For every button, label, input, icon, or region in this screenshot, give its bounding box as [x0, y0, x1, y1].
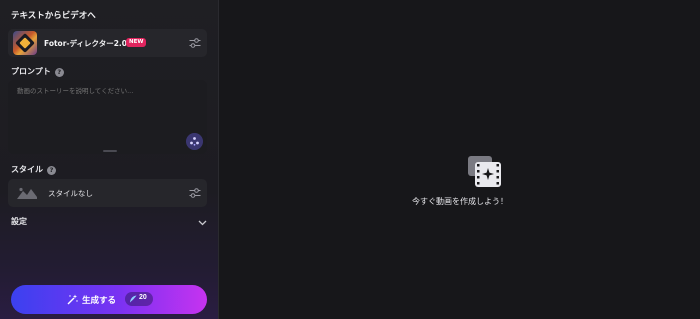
settings-label: 設定	[11, 217, 27, 226]
style-selector[interactable]: スタイルなし	[8, 179, 207, 207]
question-icon[interactable]: ?	[47, 166, 56, 175]
credit-count: 20	[139, 294, 147, 301]
prompt-input[interactable]	[17, 87, 187, 95]
model-selector[interactable]: Fotor-ディレクター2.0 NEW	[8, 29, 207, 57]
sliders-icon[interactable]	[189, 38, 201, 48]
style-label-row: スタイル?	[11, 164, 56, 175]
sidebar-title: テキストからビデオへ	[11, 11, 96, 21]
sparkle-dots-icon[interactable]	[186, 133, 203, 150]
prompt-label-row: プロンプト?	[11, 66, 64, 77]
empty-state-text: 今すぐ動画を作成しよう！	[412, 197, 508, 206]
style-value: スタイルなし	[48, 189, 93, 198]
feather-icon	[130, 295, 137, 303]
magic-wand-icon	[67, 294, 78, 305]
generate-label: 生成する	[82, 295, 117, 305]
prompt-box[interactable]	[8, 80, 207, 154]
generate-button[interactable]: 生成する 20	[11, 285, 207, 314]
resize-handle[interactable]	[103, 150, 117, 152]
chevron-down-icon[interactable]	[198, 220, 207, 226]
settings-toggle[interactable]: 設定	[0, 212, 219, 232]
sidebar: テキストからビデオへ Fotor-ディレクター2.0 NEW プロンプト? スタ…	[0, 0, 219, 319]
credit-pill: 20	[125, 292, 153, 306]
style-label: スタイル	[11, 165, 43, 174]
model-thumbnail	[13, 31, 37, 55]
video-sparkle-icon	[468, 156, 501, 187]
sliders-icon[interactable]	[189, 188, 201, 198]
landscape-icon	[17, 187, 37, 199]
new-badge: NEW	[126, 38, 147, 47]
main-area: 今すぐ動画を作成しよう！	[220, 0, 700, 319]
prompt-label: プロンプト	[11, 67, 51, 76]
question-icon[interactable]: ?	[54, 68, 64, 77]
model-name: Fotor-ディレクター2.0	[44, 39, 127, 48]
